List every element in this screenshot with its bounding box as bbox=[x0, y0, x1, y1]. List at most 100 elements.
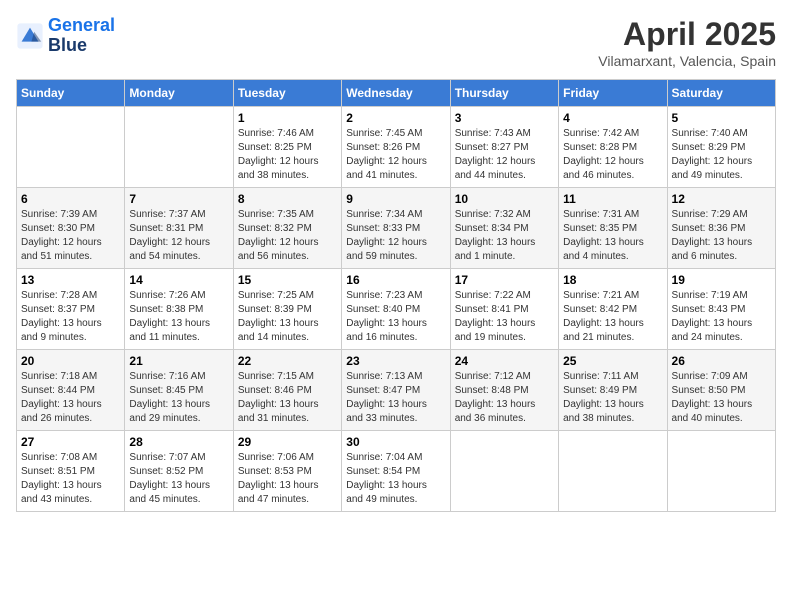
day-info: Sunrise: 7:22 AMSunset: 8:41 PMDaylight:… bbox=[455, 289, 554, 345]
day-info: Sunrise: 7:15 AMSunset: 8:46 PMDaylight:… bbox=[238, 370, 337, 426]
calendar-cell: 5 Sunrise: 7:40 AMSunset: 8:29 PMDaylight… bbox=[667, 107, 775, 188]
calendar-cell: 22 Sunrise: 7:15 AMSunset: 8:46 PMDayligh… bbox=[233, 350, 341, 431]
day-info: Sunrise: 7:35 AMSunset: 8:32 PMDaylight:… bbox=[238, 208, 337, 264]
calendar-cell: 3Sunrise: 7:43 AMSunset: 8:27 PMDaylight… bbox=[450, 107, 558, 188]
calendar-cell: 1 Sunrise: 7:46 AMSunset: 8:25 PMDaylight… bbox=[233, 107, 341, 188]
day-info: Sunrise: 7:29 AMSunset: 8:36 PMDaylight:… bbox=[672, 208, 771, 264]
day-number: 18 bbox=[563, 273, 662, 287]
day-number: 22 bbox=[238, 354, 337, 368]
day-number: 1 bbox=[238, 111, 337, 125]
day-info: Sunrise: 7:21 AMSunset: 8:42 PMDaylight:… bbox=[563, 289, 662, 345]
weekday-header: Thursday bbox=[450, 80, 558, 107]
day-number: 26 bbox=[672, 354, 771, 368]
day-number: 16 bbox=[346, 273, 445, 287]
day-number: 9 bbox=[346, 192, 445, 206]
calendar-cell bbox=[125, 107, 233, 188]
day-number: 10 bbox=[455, 192, 554, 206]
day-number: 19 bbox=[672, 273, 771, 287]
day-info: Sunrise: 7:12 AMSunset: 8:48 PMDaylight:… bbox=[455, 370, 554, 426]
calendar-cell: 6 Sunrise: 7:39 AMSunset: 8:30 PMDaylight… bbox=[17, 188, 125, 269]
day-info: Sunrise: 7:40 AMSunset: 8:29 PMDaylight:… bbox=[672, 127, 771, 183]
calendar-cell: 2Sunrise: 7:45 AMSunset: 8:26 PMDaylight… bbox=[342, 107, 450, 188]
calendar-table: SundayMondayTuesdayWednesdayThursdayFrid… bbox=[16, 79, 776, 512]
day-info: Sunrise: 7:08 AMSunset: 8:51 PMDaylight:… bbox=[21, 451, 120, 507]
logo: General Blue bbox=[16, 16, 115, 56]
calendar-cell: 9 Sunrise: 7:34 AMSunset: 8:33 PMDaylight… bbox=[342, 188, 450, 269]
calendar-cell: 21 Sunrise: 7:16 AMSunset: 8:45 PMDayligh… bbox=[125, 350, 233, 431]
day-number: 4 bbox=[563, 111, 662, 125]
title-block: April 2025 Vilamarxant, Valencia, Spain bbox=[598, 16, 776, 69]
calendar-cell: 25 Sunrise: 7:11 AMSunset: 8:49 PMDayligh… bbox=[559, 350, 667, 431]
logo-line1: General bbox=[48, 15, 115, 35]
day-info: Sunrise: 7:07 AMSunset: 8:52 PMDaylight:… bbox=[129, 451, 228, 507]
calendar-week-row: 20 Sunrise: 7:18 AMSunset: 8:44 PMDayligh… bbox=[17, 350, 776, 431]
day-info: Sunrise: 7:25 AMSunset: 8:39 PMDaylight:… bbox=[238, 289, 337, 345]
day-number: 7 bbox=[129, 192, 228, 206]
day-info: Sunrise: 7:45 AMSunset: 8:26 PMDaylight:… bbox=[346, 127, 445, 183]
day-info: Sunrise: 7:39 AMSunset: 8:30 PMDaylight:… bbox=[21, 208, 120, 264]
day-info: Sunrise: 7:06 AMSunset: 8:53 PMDaylight:… bbox=[238, 451, 337, 507]
day-number: 29 bbox=[238, 435, 337, 449]
day-number: 23 bbox=[346, 354, 445, 368]
calendar-cell: 14 Sunrise: 7:26 AMSunset: 8:38 PMDayligh… bbox=[125, 269, 233, 350]
calendar-cell: 12 Sunrise: 7:29 AMSunset: 8:36 PMDayligh… bbox=[667, 188, 775, 269]
day-number: 12 bbox=[672, 192, 771, 206]
day-info: Sunrise: 7:42 AMSunset: 8:28 PMDaylight:… bbox=[563, 127, 662, 183]
day-number: 28 bbox=[129, 435, 228, 449]
day-number: 17 bbox=[455, 273, 554, 287]
calendar-cell: 23 Sunrise: 7:13 AMSunset: 8:47 PMDayligh… bbox=[342, 350, 450, 431]
day-info: Sunrise: 7:16 AMSunset: 8:45 PMDaylight:… bbox=[129, 370, 228, 426]
day-number: 24 bbox=[455, 354, 554, 368]
calendar-week-row: 1 Sunrise: 7:46 AMSunset: 8:25 PMDaylight… bbox=[17, 107, 776, 188]
day-number: 30 bbox=[346, 435, 445, 449]
day-info: Sunrise: 7:11 AMSunset: 8:49 PMDaylight:… bbox=[563, 370, 662, 426]
calendar-cell: 19 Sunrise: 7:19 AMSunset: 8:43 PMDayligh… bbox=[667, 269, 775, 350]
day-info: Sunrise: 7:37 AMSunset: 8:31 PMDaylight:… bbox=[129, 208, 228, 264]
day-info: Sunrise: 7:46 AMSunset: 8:25 PMDaylight:… bbox=[238, 127, 337, 183]
day-info: Sunrise: 7:04 AMSunset: 8:54 PMDaylight:… bbox=[346, 451, 445, 507]
day-info: Sunrise: 7:09 AMSunset: 8:50 PMDaylight:… bbox=[672, 370, 771, 426]
weekday-header: Sunday bbox=[17, 80, 125, 107]
calendar-cell: 20 Sunrise: 7:18 AMSunset: 8:44 PMDayligh… bbox=[17, 350, 125, 431]
logo-text: General Blue bbox=[48, 16, 115, 56]
day-info: Sunrise: 7:26 AMSunset: 8:38 PMDaylight:… bbox=[129, 289, 228, 345]
day-info: Sunrise: 7:13 AMSunset: 8:47 PMDaylight:… bbox=[346, 370, 445, 426]
day-info: Sunrise: 7:18 AMSunset: 8:44 PMDaylight:… bbox=[21, 370, 120, 426]
day-info: Sunrise: 7:34 AMSunset: 8:33 PMDaylight:… bbox=[346, 208, 445, 264]
day-number: 25 bbox=[563, 354, 662, 368]
day-number: 3 bbox=[455, 111, 554, 125]
calendar-cell bbox=[450, 431, 558, 512]
calendar-cell bbox=[17, 107, 125, 188]
calendar-cell bbox=[559, 431, 667, 512]
calendar-week-row: 27 Sunrise: 7:08 AMSunset: 8:51 PMDayligh… bbox=[17, 431, 776, 512]
day-number: 5 bbox=[672, 111, 771, 125]
day-number: 20 bbox=[21, 354, 120, 368]
day-info: Sunrise: 7:32 AMSunset: 8:34 PMDaylight:… bbox=[455, 208, 554, 264]
calendar-cell: 10 Sunrise: 7:32 AMSunset: 8:34 PMDayligh… bbox=[450, 188, 558, 269]
calendar-cell: 26 Sunrise: 7:09 AMSunset: 8:50 PMDayligh… bbox=[667, 350, 775, 431]
day-number: 6 bbox=[21, 192, 120, 206]
day-number: 14 bbox=[129, 273, 228, 287]
day-number: 11 bbox=[563, 192, 662, 206]
calendar-cell: 24 Sunrise: 7:12 AMSunset: 8:48 PMDayligh… bbox=[450, 350, 558, 431]
calendar-cell: 7 Sunrise: 7:37 AMSunset: 8:31 PMDaylight… bbox=[125, 188, 233, 269]
weekday-header: Tuesday bbox=[233, 80, 341, 107]
calendar-cell: 4 Sunrise: 7:42 AMSunset: 8:28 PMDaylight… bbox=[559, 107, 667, 188]
calendar-week-row: 13 Sunrise: 7:28 AMSunset: 8:37 PMDayligh… bbox=[17, 269, 776, 350]
day-number: 15 bbox=[238, 273, 337, 287]
weekday-header: Saturday bbox=[667, 80, 775, 107]
day-number: 27 bbox=[21, 435, 120, 449]
day-number: 21 bbox=[129, 354, 228, 368]
day-info: Sunrise: 7:28 AMSunset: 8:37 PMDaylight:… bbox=[21, 289, 120, 345]
calendar-cell: 28 Sunrise: 7:07 AMSunset: 8:52 PMDayligh… bbox=[125, 431, 233, 512]
day-info: Sunrise: 7:19 AMSunset: 8:43 PMDaylight:… bbox=[672, 289, 771, 345]
weekday-header-row: SundayMondayTuesdayWednesdayThursdayFrid… bbox=[17, 80, 776, 107]
month-title: April 2025 bbox=[598, 16, 776, 53]
calendar-cell: 11Sunrise: 7:31 AMSunset: 8:35 PMDayligh… bbox=[559, 188, 667, 269]
calendar-cell: 18 Sunrise: 7:21 AMSunset: 8:42 PMDayligh… bbox=[559, 269, 667, 350]
day-info: Sunrise: 7:23 AMSunset: 8:40 PMDaylight:… bbox=[346, 289, 445, 345]
day-number: 13 bbox=[21, 273, 120, 287]
location-subtitle: Vilamarxant, Valencia, Spain bbox=[598, 53, 776, 69]
calendar-cell: 29 Sunrise: 7:06 AMSunset: 8:53 PMDayligh… bbox=[233, 431, 341, 512]
logo-icon bbox=[16, 22, 44, 50]
